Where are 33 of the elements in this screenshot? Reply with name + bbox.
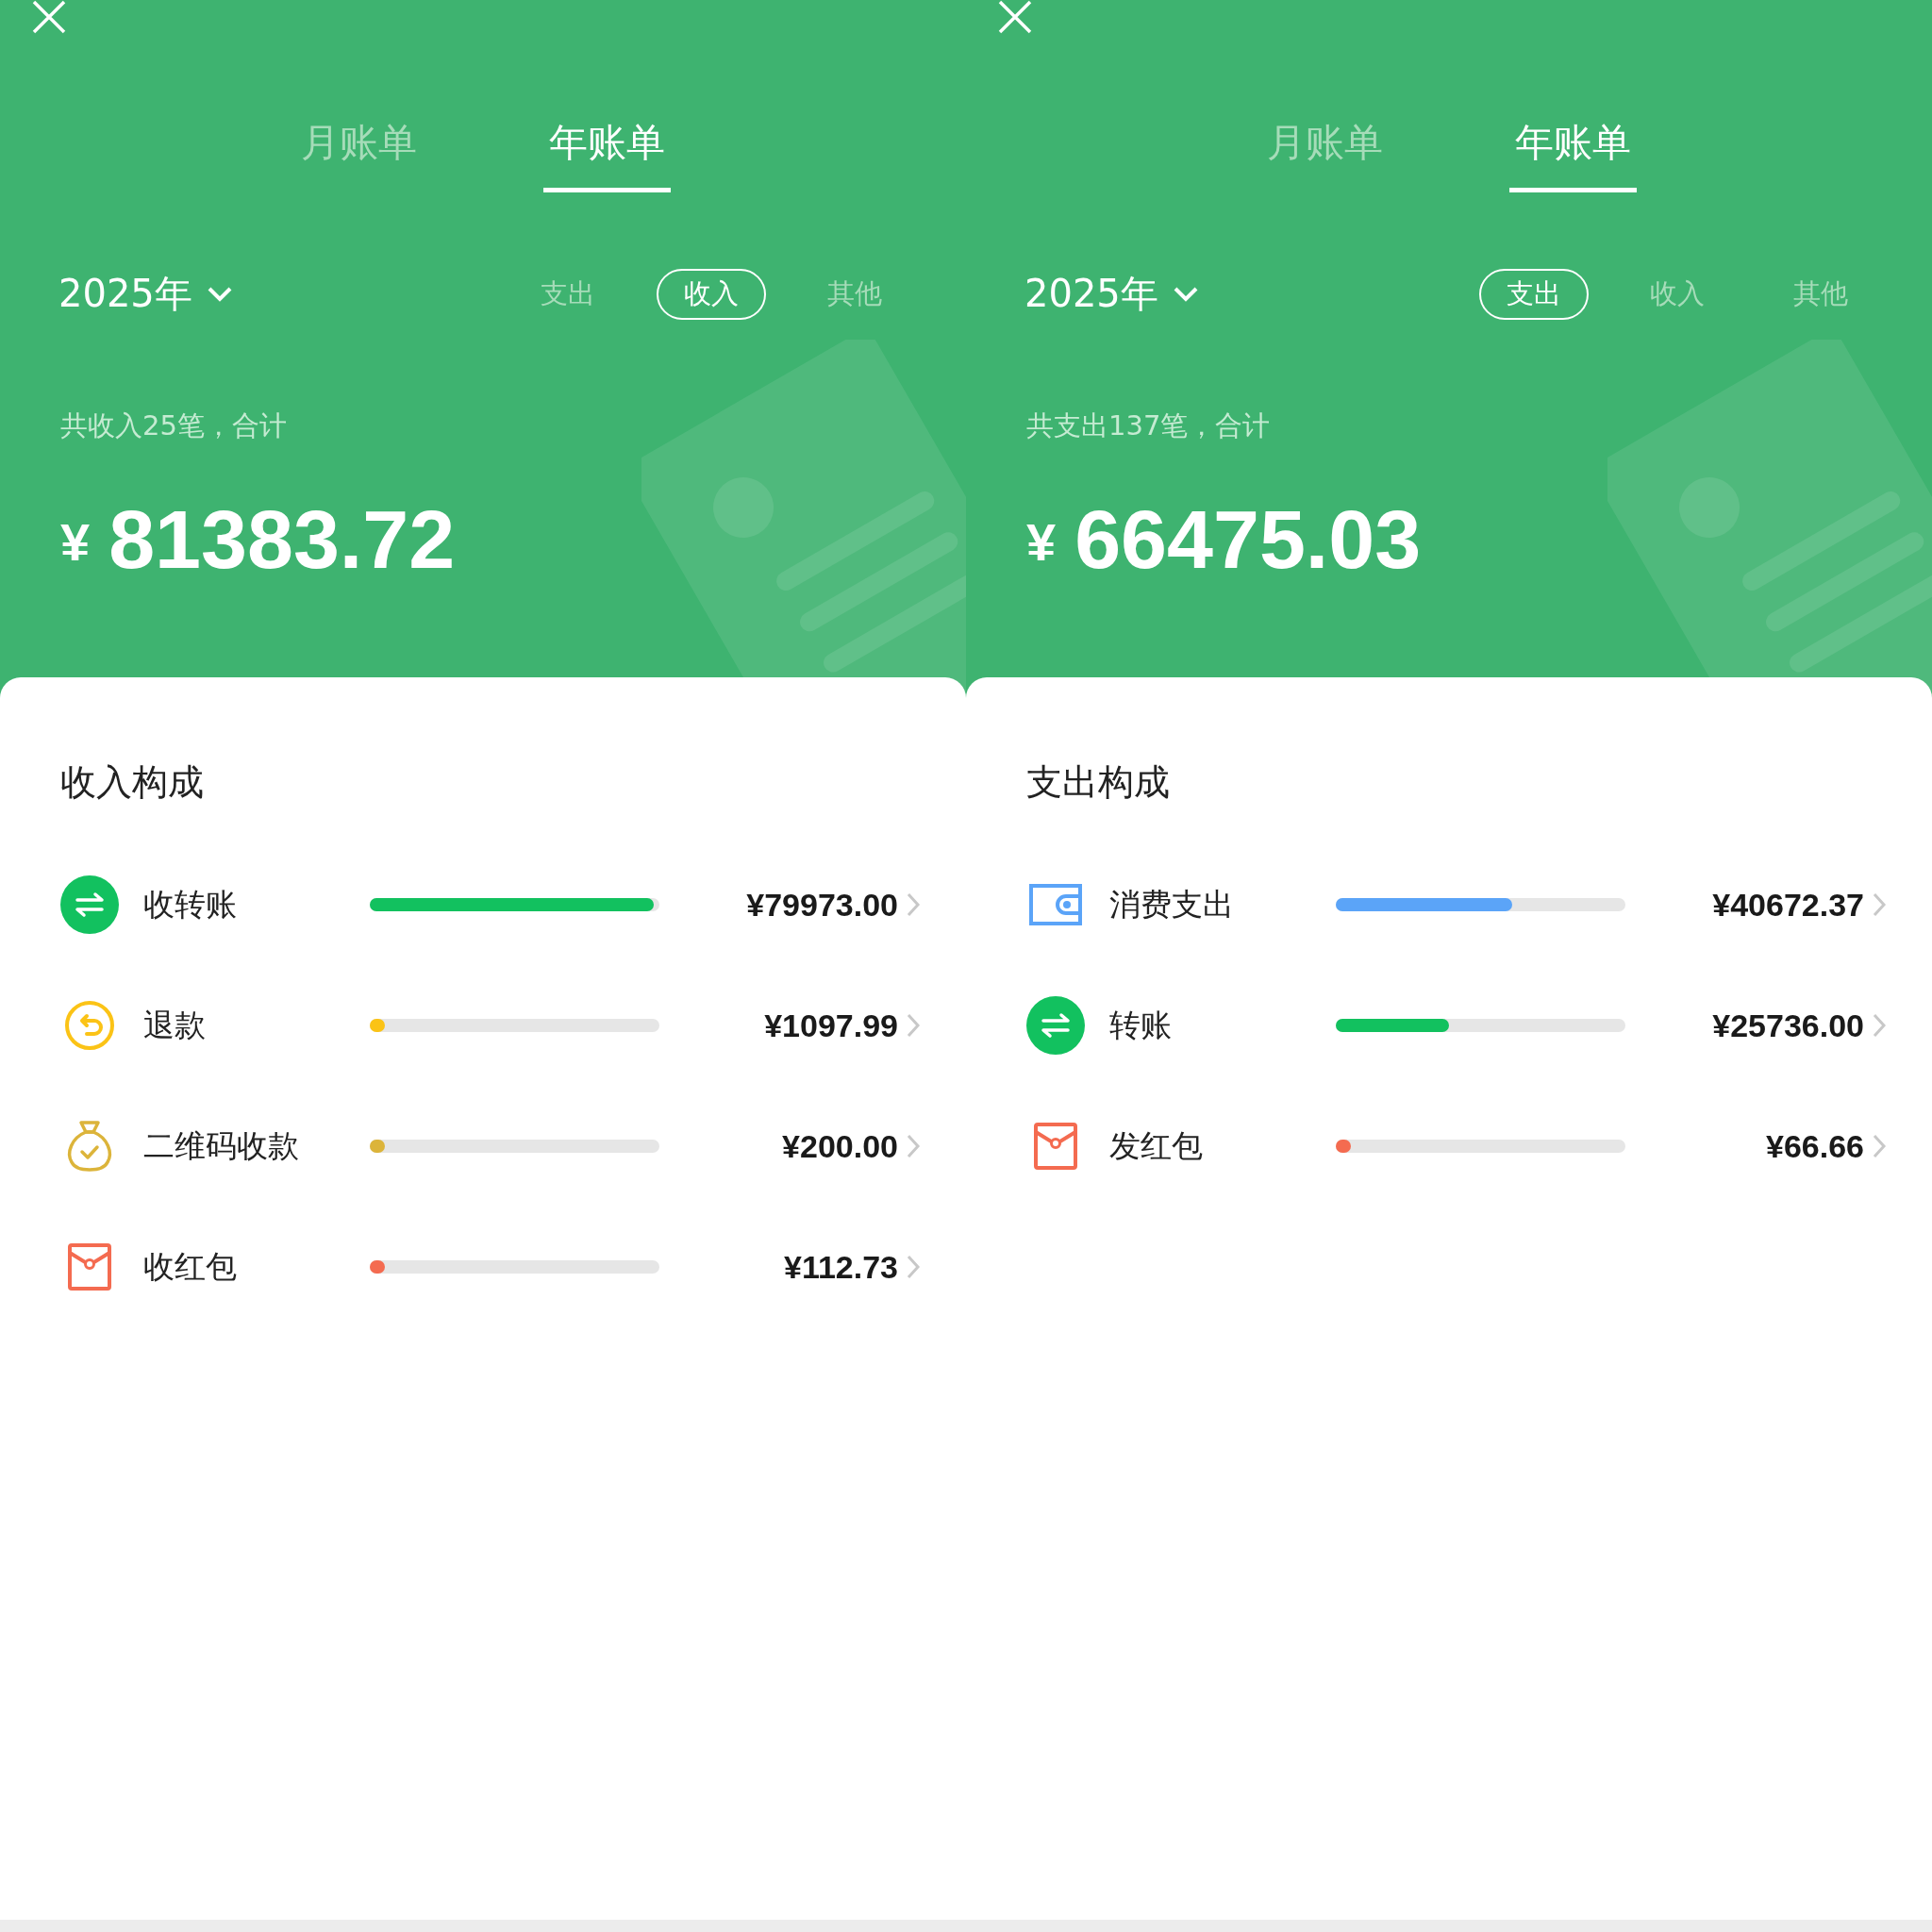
close-icon[interactable] <box>30 0 68 36</box>
category-label[interactable]: 发红包 <box>1109 1124 1336 1168</box>
section-title: 收入构成 <box>60 760 205 805</box>
chevron-right-icon[interactable] <box>906 891 921 918</box>
category-label[interactable]: 退款 <box>143 1004 370 1047</box>
category-label[interactable]: 收红包 <box>143 1245 370 1289</box>
chevron-right-icon[interactable] <box>1872 891 1887 918</box>
chevron-right-icon[interactable] <box>906 1133 921 1159</box>
chevron-right-icon[interactable] <box>906 1254 921 1280</box>
total-amount: 66475.03 <box>1074 498 1422 581</box>
summary-text: 共收入25笔，合计 <box>60 408 288 443</box>
amount-text[interactable]: ¥25736.00 <box>1712 1007 1864 1044</box>
summary-text: 共支出137笔，合计 <box>1026 408 1272 443</box>
category-label[interactable]: 二维码收款 <box>143 1124 370 1168</box>
chevron-right-icon[interactable] <box>1872 1012 1887 1039</box>
section-title: 支出构成 <box>1026 760 1171 805</box>
currency-symbol: ¥ <box>60 511 91 573</box>
amount-text[interactable]: ¥79973.00 <box>746 886 898 924</box>
chevron-right-icon[interactable] <box>906 1012 921 1039</box>
chevron-right-icon[interactable] <box>1872 1133 1887 1159</box>
amount-text[interactable]: ¥40672.37 <box>1712 886 1864 924</box>
close-icon[interactable] <box>996 0 1034 36</box>
amount-text[interactable]: ¥1097.99 <box>764 1007 898 1044</box>
transfer-icon <box>1026 996 1085 1055</box>
amount-text[interactable]: ¥200.00 <box>782 1127 898 1165</box>
amount-text[interactable]: ¥66.66 <box>1766 1127 1864 1165</box>
category-label[interactable]: 收转账 <box>143 883 370 926</box>
category-label[interactable]: 转账 <box>1109 1004 1336 1047</box>
amount-text[interactable]: ¥112.73 <box>783 1248 898 1286</box>
transfer-icon <box>60 875 119 934</box>
total-amount: 81383.72 <box>108 498 456 581</box>
currency-symbol: ¥ <box>1026 511 1057 573</box>
category-label[interactable]: 消费支出 <box>1109 883 1336 926</box>
